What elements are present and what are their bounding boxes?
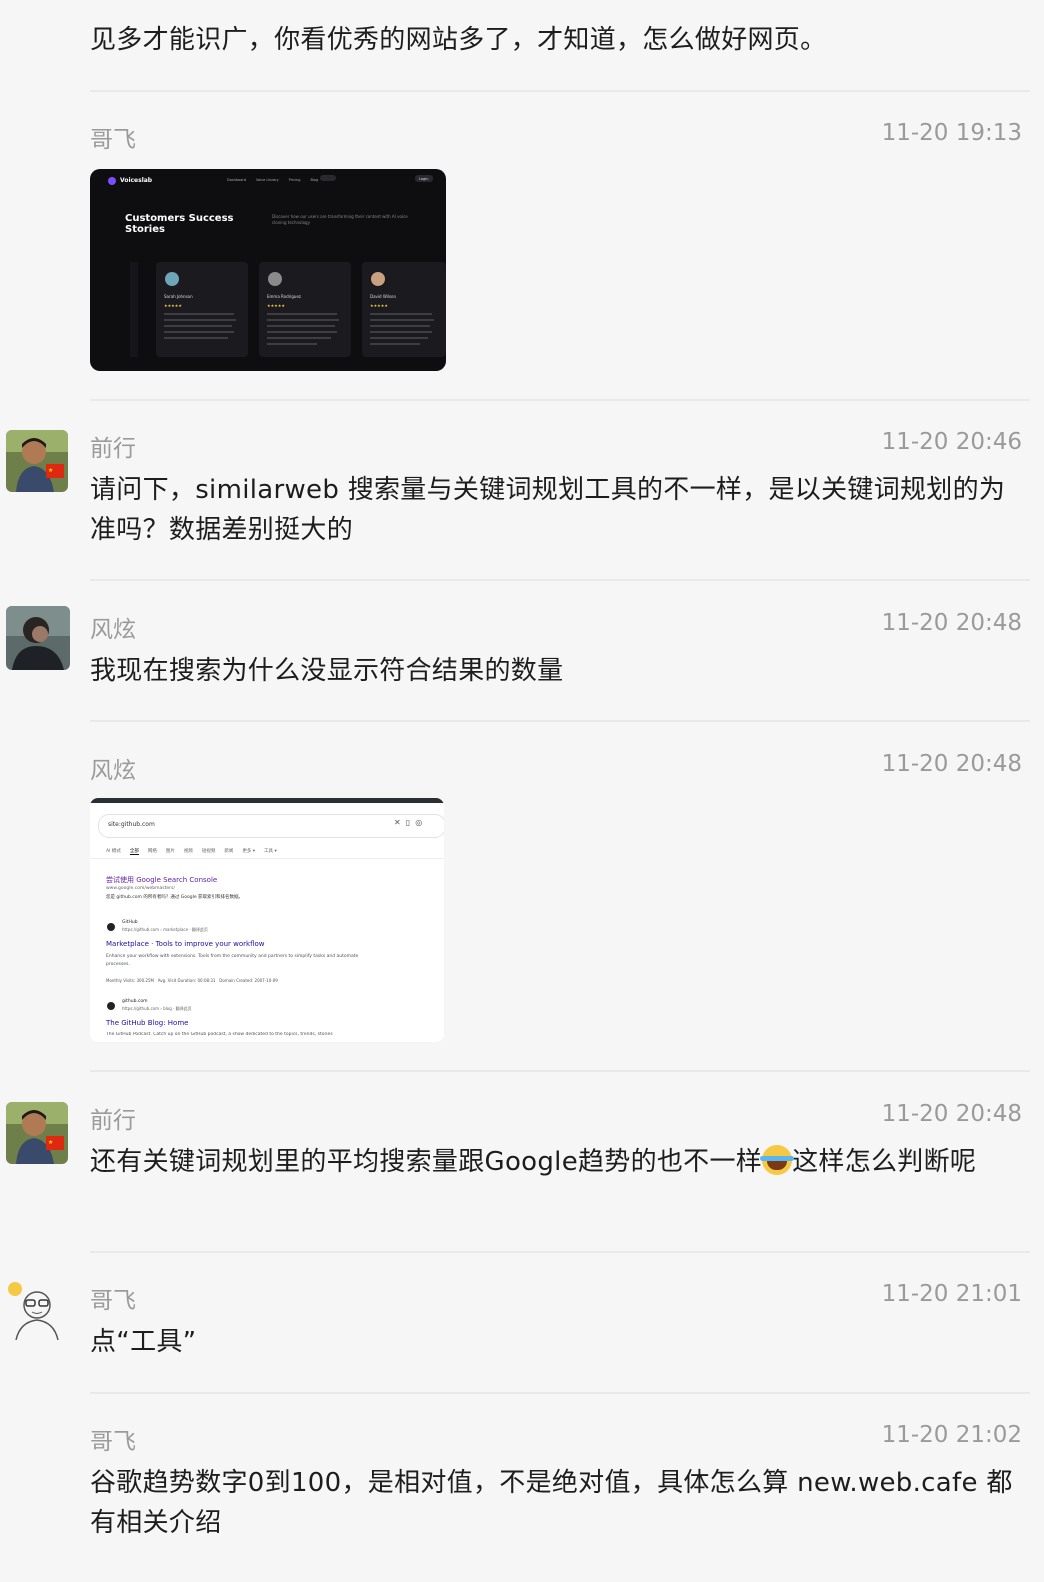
svg-text:★: ★ xyxy=(48,1139,53,1146)
svg-text:★★★★★: ★★★★★ xyxy=(164,303,182,308)
sender-name[interactable]: 前行 xyxy=(90,1101,136,1135)
avatar-photo-icon: ★ xyxy=(6,1102,68,1164)
svg-text:★: ★ xyxy=(48,467,53,474)
divider xyxy=(90,1070,1030,1072)
sender-name[interactable]: 哥飞 xyxy=(90,1281,136,1315)
github-icon xyxy=(107,923,115,931)
timestamp: 11-20 20:46 xyxy=(881,429,1022,455)
timestamp: 11-20 21:01 xyxy=(881,1281,1022,1307)
image-thumbnail[interactable]: ★★★★★ ★★★★★ ★★★★★ Voiceslab Dashboard Vo… xyxy=(90,169,446,371)
card-name: Sarah Johnson xyxy=(164,294,193,299)
message-text-part: 这样怎么判断呢 xyxy=(792,1147,977,1177)
result-title: 尝试使用 Google Search Console xyxy=(106,876,218,884)
result-url: https://github.com › blog · 翻译此页 xyxy=(122,1006,192,1011)
result-site: GitHub xyxy=(122,920,138,925)
message-text: 请问下，similarweb 搜索量与关键词规划工具的不一样，是以关键词规划的为… xyxy=(90,475,1006,545)
site-login: Login xyxy=(419,177,429,181)
sender-name[interactable]: 哥飞 xyxy=(90,1422,136,1456)
tears-of-joy-emoji-icon xyxy=(760,1145,795,1175)
result-title: The GitHub Blog: Home xyxy=(106,1019,189,1027)
message-text: 我现在搜索为什么没显示符合结果的数量 xyxy=(90,656,564,686)
avatar-photo-icon xyxy=(6,606,70,670)
message-text-part: 还有关键词规划里的平均搜索量跟Google趋势的也不一样 xyxy=(90,1147,763,1177)
site-nav: Dashboard Voice Library Pricing Blog xyxy=(227,178,319,182)
sender-name[interactable]: 风炫 xyxy=(90,610,136,644)
divider xyxy=(90,579,1030,581)
svg-text:★★★★★: ★★★★★ xyxy=(267,303,285,308)
result-stats: Monthly Visits: 300.25M Avg. Visit Durat… xyxy=(106,978,278,983)
github-icon xyxy=(107,1002,115,1010)
card-name: David Wilson xyxy=(370,294,396,299)
divider xyxy=(90,1392,1030,1394)
timestamp: 11-20 20:48 xyxy=(881,1101,1022,1127)
avatar[interactable]: ★ xyxy=(6,430,68,492)
result-site: github.com xyxy=(122,999,148,1004)
message-text: 点“工具” xyxy=(90,1327,197,1357)
timestamp: 11-20 19:13 xyxy=(881,120,1022,146)
site-heading: Customers Success Stories xyxy=(125,213,234,235)
sender-name[interactable]: 风炫 xyxy=(90,751,136,785)
divider xyxy=(90,399,1030,401)
site-brand: Voiceslab xyxy=(120,177,153,184)
message-text: 见多才能识广，你看优秀的网站多了，才知道，怎么做好网页。 xyxy=(90,25,827,55)
search-query: site:github.com xyxy=(108,821,155,828)
sender-name[interactable]: 哥飞 xyxy=(90,120,136,154)
svg-text:★★★★★: ★★★★★ xyxy=(370,303,388,308)
avatar-cartoon-icon xyxy=(6,1278,68,1340)
result-url: https://github.com › marketplace · 翻译此页 xyxy=(122,927,208,932)
result-desc: Enhance your workflow with extensions. T… xyxy=(106,954,359,967)
timestamp: 11-20 20:48 xyxy=(881,610,1022,636)
thumb-topbar xyxy=(90,798,444,803)
search-tabs: AI 模式 全部 网络 图片 视频 短视频 新闻 更多 ▾ 工具 ▾ xyxy=(106,849,277,855)
image-thumbnail[interactable]: site:github.com ✕ ▯ ◎ AI 模式 全部 网络 图片 视频 … xyxy=(90,798,444,1042)
avatar[interactable] xyxy=(6,1278,68,1340)
timestamp: 11-20 21:02 xyxy=(881,1422,1022,1448)
card-name: Emma Rodriguez xyxy=(267,294,302,299)
avatar[interactable]: ★ xyxy=(6,1102,68,1164)
avatar-photo-icon: ★ xyxy=(6,430,68,492)
divider xyxy=(90,90,1030,92)
message-text: 谷歌趋势数字0到100，是相对值，不是绝对值，具体怎么算 new.web.caf… xyxy=(90,1468,1013,1538)
voiceslab-screenshot: ★★★★★ ★★★★★ ★★★★★ xyxy=(108,175,446,357)
tabs-divider xyxy=(90,858,444,859)
result-desc: The GitHub Podcast. Catch up on the GitH… xyxy=(106,1032,333,1037)
sender-name[interactable]: 前行 xyxy=(90,429,136,463)
result-title: Marketplace · Tools to improve your work… xyxy=(106,940,265,948)
divider xyxy=(90,1251,1030,1253)
site-subtext: Discover how our users are transforming … xyxy=(272,214,408,225)
result-url: www.google.com/webmasters/ xyxy=(106,886,175,891)
search-tools-icons: ✕ ▯ ◎ xyxy=(394,818,423,827)
avatar[interactable] xyxy=(6,606,70,670)
timestamp: 11-20 20:48 xyxy=(881,751,1022,777)
result-desc: 您是 github.com 的所有者吗？通过 Google 获取索引和排名数据。 xyxy=(106,895,244,900)
message-text: 还有关键词规划里的平均搜索量跟Google趋势的也不一样 这样怎么判断呢 xyxy=(90,1142,1020,1182)
divider xyxy=(90,720,1030,722)
